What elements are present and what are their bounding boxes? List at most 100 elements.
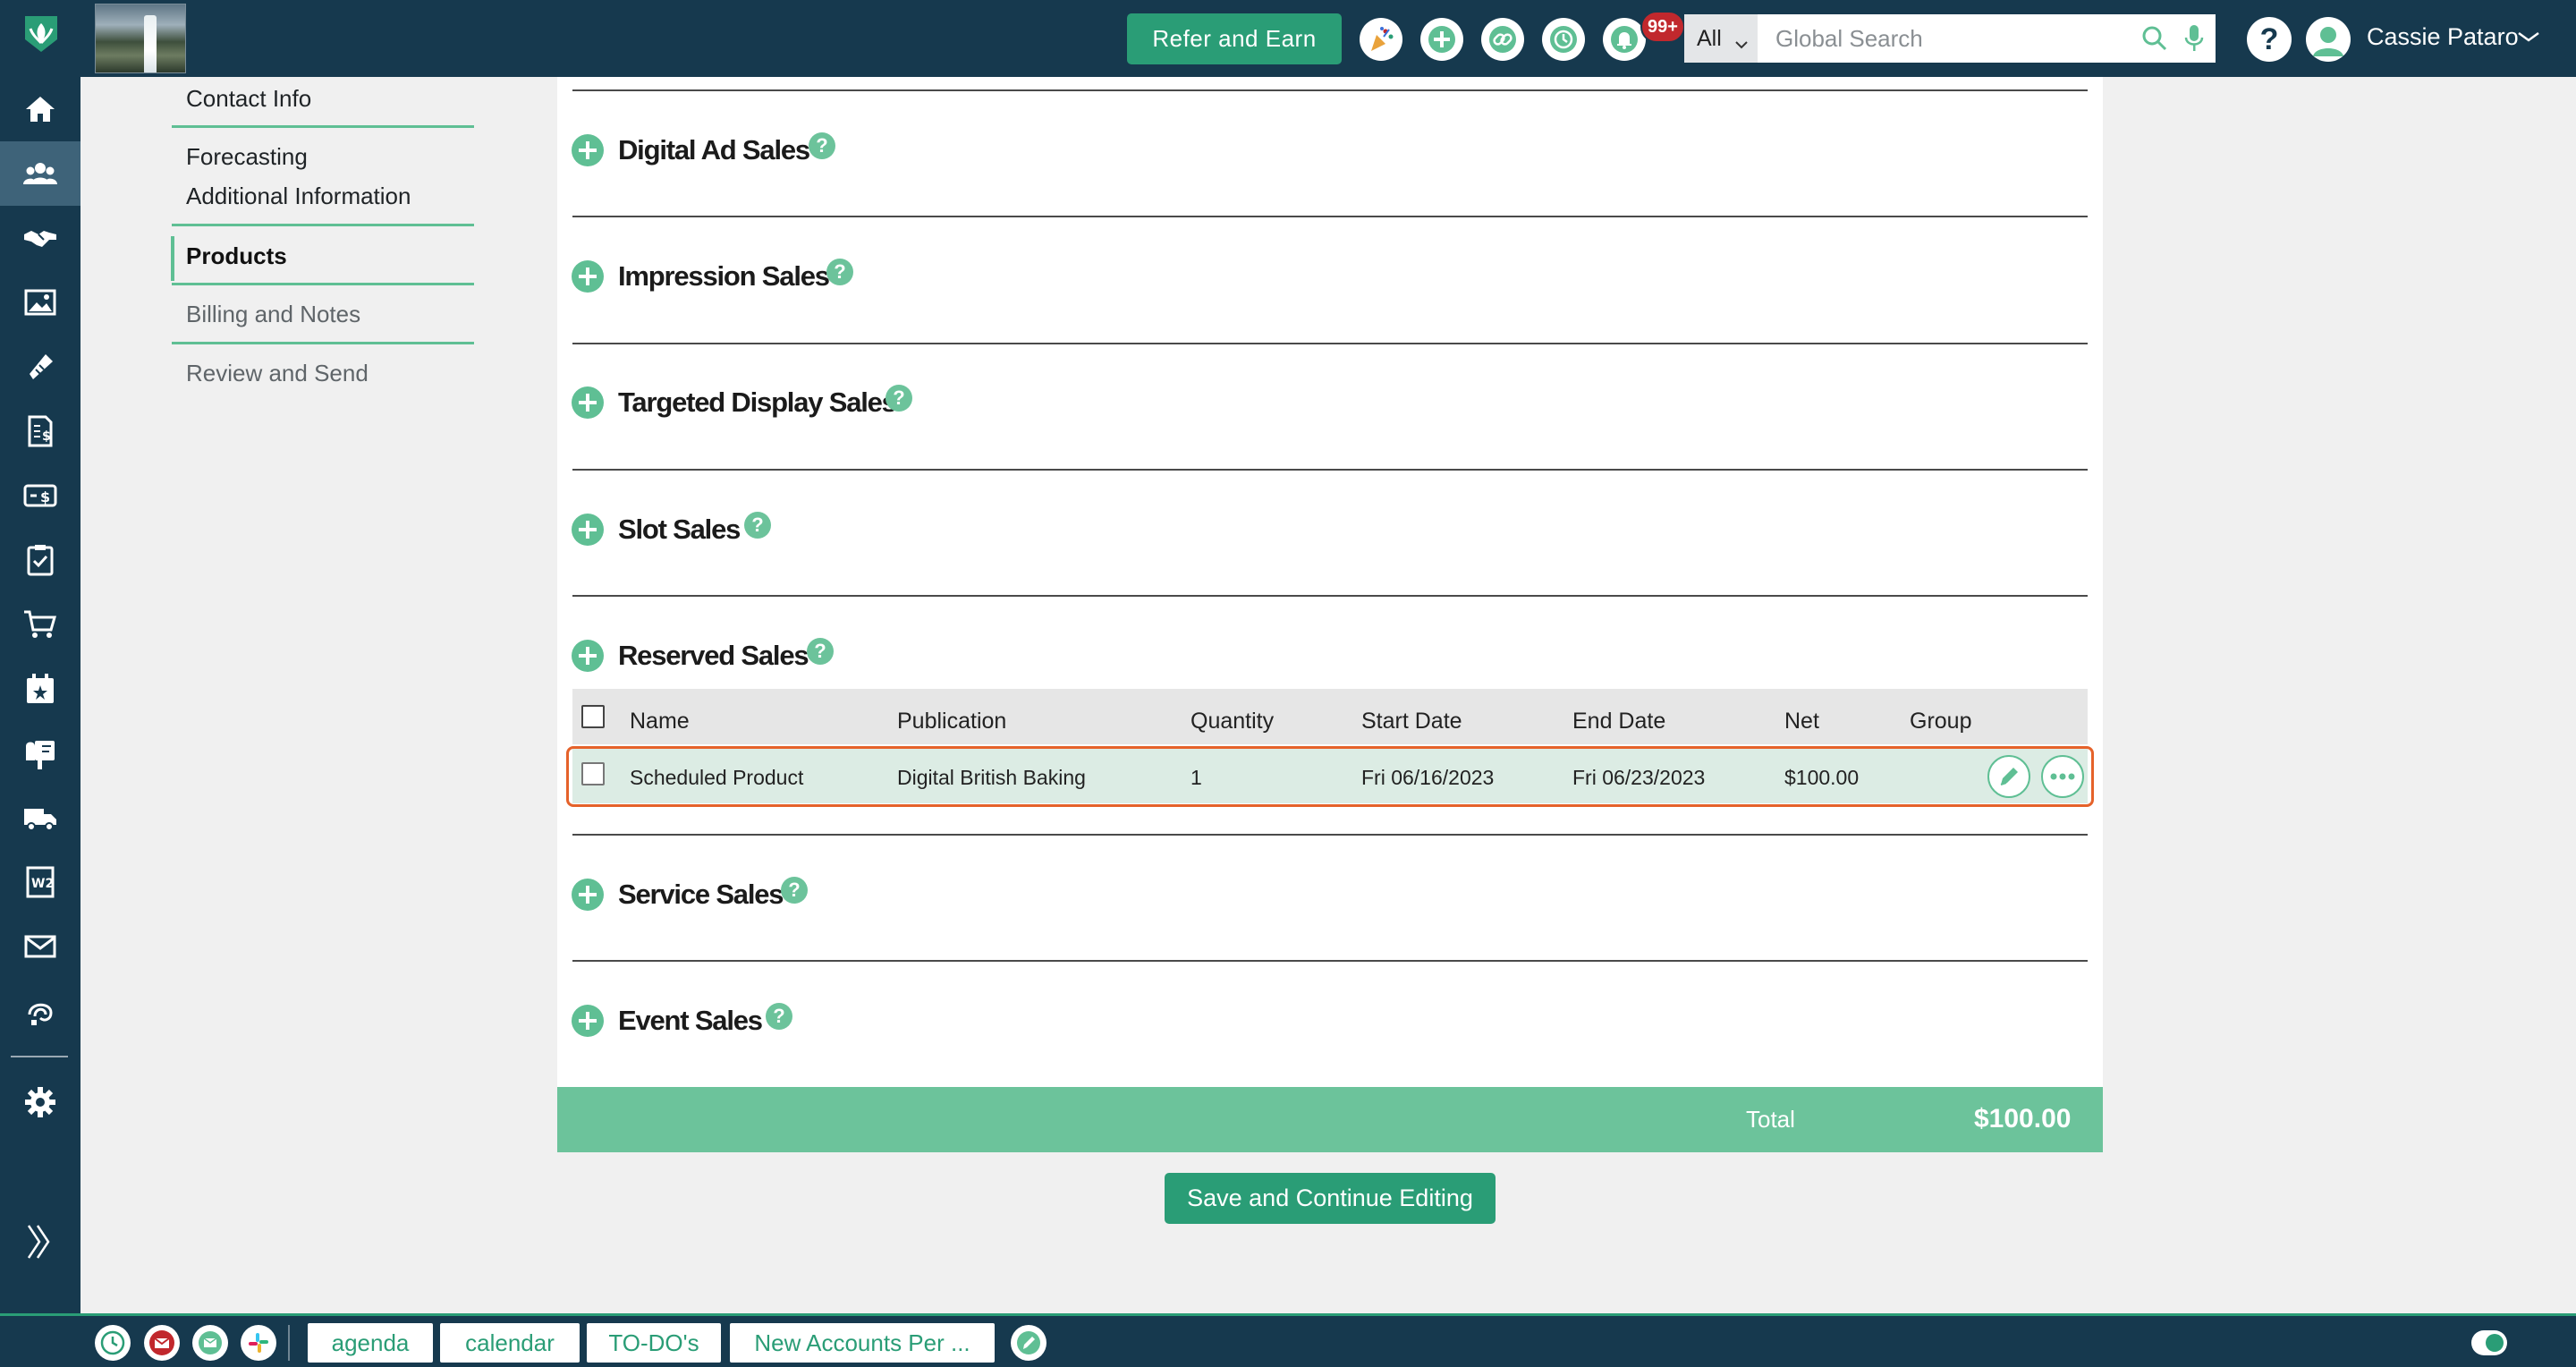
column-header-net[interactable]: Net — [1784, 709, 1819, 734]
help-icon[interactable]: ? — [809, 132, 835, 159]
expand-sidebar-icon[interactable] — [25, 1222, 52, 1266]
column-header-quantity[interactable]: Quantity — [1191, 709, 1274, 734]
add-targeted-display-sales-icon[interactable] — [572, 386, 604, 419]
column-header-group[interactable]: Group — [1910, 709, 1971, 734]
refer-and-earn-button[interactable]: Refer and Earn — [1127, 13, 1342, 64]
clock-icon[interactable] — [95, 1325, 131, 1361]
total-value: $100.00 — [1974, 1104, 2072, 1134]
add-impression-sales-icon[interactable] — [572, 260, 604, 293]
column-header-publication[interactable]: Publication — [897, 709, 1006, 734]
add-event-sales-icon[interactable] — [572, 1005, 604, 1037]
tab-calendar[interactable]: calendar — [440, 1323, 580, 1363]
column-header-name[interactable]: Name — [630, 709, 690, 734]
slack-icon[interactable] — [241, 1325, 276, 1361]
column-header-start-date[interactable]: Start Date — [1361, 709, 1462, 734]
section-title-reserved-sales: Reserved Sales — [618, 640, 809, 671]
sidebar-divider — [11, 1056, 68, 1057]
delivery-truck-icon[interactable] — [0, 785, 80, 850]
section-title-digital-ad-sales: Digital Ad Sales — [618, 134, 810, 166]
user-name[interactable]: Cassie Pataro — [2367, 23, 2519, 51]
nav-forecasting[interactable]: Forecasting — [186, 143, 308, 171]
nav-billing-and-notes[interactable]: Billing and Notes — [186, 301, 360, 328]
celebration-icon[interactable] — [1360, 18, 1402, 61]
nav-divider — [172, 224, 474, 226]
avatar[interactable] — [2306, 17, 2351, 62]
nav-divider — [172, 125, 474, 128]
section-title-slot-sales: Slot Sales — [618, 514, 741, 545]
payments-icon[interactable]: $ — [0, 463, 80, 528]
save-and-continue-editing-button[interactable]: Save and Continue Editing — [1165, 1173, 1496, 1224]
section-title-targeted-display-sales: Targeted Display Sales — [618, 386, 897, 418]
nav-contact-info[interactable]: Contact Info — [186, 85, 311, 113]
column-header-end-date[interactable]: End Date — [1572, 709, 1665, 734]
events-calendar-icon[interactable] — [0, 657, 80, 721]
svg-text:W2: W2 — [31, 877, 54, 891]
mail-envelope-icon[interactable] — [0, 914, 80, 979]
nav-products[interactable]: Products — [186, 242, 287, 270]
tasks-clipboard-icon[interactable] — [0, 528, 80, 592]
profile-image[interactable] — [95, 4, 186, 73]
total-bar — [557, 1087, 2103, 1152]
toggle-switch-icon[interactable] — [2471, 1330, 2507, 1355]
app-logo-icon[interactable] — [20, 13, 63, 55]
w2-form-icon[interactable]: W2 — [0, 850, 80, 914]
add-icon[interactable] — [1420, 18, 1463, 61]
help-icon[interactable]: ? — [2247, 17, 2292, 62]
add-reserved-sales-icon[interactable] — [572, 640, 604, 672]
search-scope-select[interactable]: All — [1684, 14, 1758, 63]
chat-icon[interactable] — [192, 1325, 228, 1361]
section-divider — [572, 595, 2088, 597]
home-icon[interactable] — [0, 77, 80, 141]
tab-todos[interactable]: TO-DO's — [587, 1323, 721, 1363]
add-digital-ad-sales-icon[interactable] — [572, 134, 604, 166]
help-icon[interactable]: ? — [807, 638, 834, 665]
link-icon[interactable] — [1481, 18, 1524, 61]
edit-pencil-icon[interactable] — [1011, 1325, 1046, 1361]
help-icon[interactable]: ? — [781, 877, 808, 904]
help-icon[interactable]: ? — [744, 512, 771, 539]
section-divider — [572, 343, 2088, 344]
search-scope-label: All — [1697, 25, 1722, 51]
select-all-checkbox[interactable] — [581, 705, 605, 728]
support-icon[interactable] — [0, 979, 80, 1043]
mailbox-icon[interactable] — [0, 721, 80, 785]
bottom-bar-divider — [288, 1325, 290, 1361]
add-slot-sales-icon[interactable] — [572, 514, 604, 546]
section-divider — [572, 960, 2088, 962]
section-title-impression-sales: Impression Sales — [618, 260, 830, 292]
nav-review-and-send[interactable]: Review and Send — [186, 360, 369, 387]
section-title-event-sales: Event Sales — [618, 1005, 763, 1036]
microphone-icon[interactable] — [2184, 23, 2204, 58]
help-icon[interactable]: ? — [886, 385, 912, 412]
help-icon[interactable]: ? — [766, 1003, 792, 1030]
gear-icon[interactable] — [0, 1070, 80, 1134]
gallery-icon[interactable] — [0, 270, 80, 335]
section-divider — [572, 834, 2088, 836]
total-label: Total — [1746, 1106, 1795, 1133]
history-icon[interactable] — [1542, 18, 1585, 61]
contacts-icon[interactable] — [0, 141, 80, 206]
help-icon[interactable]: ? — [826, 259, 853, 285]
tickets-icon[interactable] — [0, 335, 80, 399]
tab-new-accounts[interactable]: New Accounts Per ... — [730, 1323, 995, 1363]
notifications-bell-icon[interactable] — [1603, 18, 1646, 61]
tab-agenda[interactable]: agenda — [308, 1323, 433, 1363]
user-menu-chevron-icon[interactable] — [2517, 30, 2540, 47]
svg-text:$: $ — [40, 488, 50, 505]
bottom-bar: agenda calendar TO-DO's New Accounts Per… — [0, 1313, 2576, 1367]
deals-handshake-icon[interactable] — [0, 206, 80, 270]
svg-text:$: $ — [42, 429, 51, 444]
section-title-service-sales: Service Sales — [618, 879, 784, 910]
nav-additional-information[interactable]: Additional Information — [186, 183, 411, 210]
nav-active-indicator — [171, 236, 174, 281]
cart-icon[interactable] — [0, 592, 80, 657]
section-divider — [572, 469, 2088, 471]
section-divider — [572, 89, 2088, 91]
row-selection-highlight — [566, 746, 2094, 807]
invoice-icon[interactable]: $ — [0, 399, 80, 463]
reserved-table-header: Name Publication Quantity Start Date End… — [572, 689, 2088, 744]
add-service-sales-icon[interactable] — [572, 879, 604, 911]
search-icon[interactable] — [2141, 25, 2168, 56]
section-divider — [572, 216, 2088, 217]
email-red-icon[interactable] — [144, 1325, 180, 1361]
